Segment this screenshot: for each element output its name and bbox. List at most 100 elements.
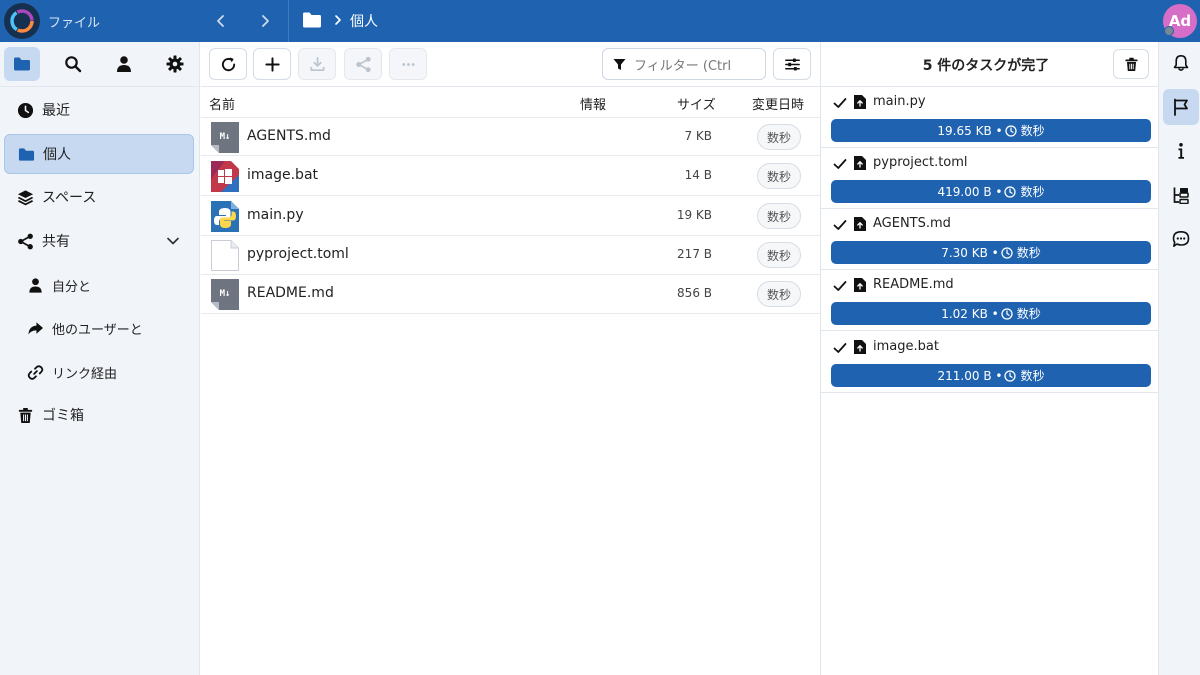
breadcrumb-separator-icon (335, 15, 341, 25)
chevron-left-icon (217, 15, 224, 27)
file-size: 217 B (677, 247, 712, 261)
blank-file-icon (211, 240, 239, 271)
forward-button[interactable] (252, 8, 278, 34)
folder-icon[interactable] (302, 11, 322, 29)
table-row[interactable]: pyproject.toml 217 B 数秒 (201, 236, 820, 275)
modified-badge: 数秒 (757, 242, 801, 268)
table-row[interactable]: M↓ AGENTS.md 7 KB 数秒 (201, 117, 820, 156)
view-options-button[interactable] (773, 48, 811, 80)
file-name: main.py (247, 207, 304, 223)
table-row[interactable]: main.py 19 KB 数秒 (201, 197, 820, 236)
task-item[interactable]: AGENTS.md 7.30 KB • 数秒 (821, 209, 1159, 270)
breadcrumb-current[interactable]: 個人 (350, 11, 378, 31)
task-file-name: image.bat (873, 339, 939, 354)
status-indicator (1164, 26, 1174, 36)
modified-badge: 数秒 (757, 281, 801, 307)
sliders-icon (784, 57, 800, 71)
top-bar: ファイル 個人 Ad (0, 0, 1200, 42)
tasks-title: 5 件のタスクが完了 (922, 58, 1050, 74)
user-icon (26, 276, 44, 294)
search-icon (65, 56, 82, 73)
filter-input[interactable]: フィルター (Ctrl (602, 48, 766, 80)
task-size: 7.30 KB • (941, 245, 999, 260)
file-upload-icon (854, 340, 866, 354)
column-header-modified[interactable]: 変更日時 (752, 94, 804, 113)
share-button[interactable] (344, 48, 382, 80)
task-time: 数秒 (1016, 307, 1041, 321)
user-icon (117, 56, 131, 72)
more-actions-button[interactable] (389, 48, 427, 80)
task-item[interactable]: main.py 19.65 KB • 数秒 (821, 87, 1159, 148)
check-icon (833, 159, 847, 169)
table-row[interactable]: image.bat 14 B 数秒 (201, 157, 820, 196)
files-view-button[interactable] (4, 47, 40, 81)
clear-tasks-button[interactable] (1113, 49, 1149, 79)
refresh-button[interactable] (209, 48, 247, 80)
filter-placeholder: フィルター (Ctrl (634, 58, 732, 74)
clock-icon (1001, 307, 1013, 320)
file-size: 856 B (677, 286, 712, 300)
sidebar-item-spaces[interactable]: スペース (4, 177, 194, 217)
python-file-icon (211, 201, 239, 232)
sidebar-item-personal[interactable]: 個人 (4, 134, 194, 174)
column-header-info[interactable]: 情報 (580, 94, 606, 113)
toolbar-divider (201, 86, 820, 87)
sidebar-item-shared-with-others[interactable]: 他のユーザーと (4, 308, 194, 348)
details-button[interactable] (1163, 133, 1199, 169)
notifications-button[interactable] (1163, 45, 1199, 81)
sidebar-item-label: 他のユーザーと (52, 322, 143, 338)
sidebar-item-label: 自分と (52, 279, 92, 295)
plus-icon (264, 56, 280, 72)
download-button[interactable] (298, 48, 336, 80)
file-list-panel: フィルター (Ctrl 名前 情報 サイズ 変更日時 M↓ AGENTS.md … (201, 42, 820, 675)
clock-icon (16, 101, 34, 119)
column-header-name[interactable]: 名前 (209, 94, 235, 113)
forward-icon (26, 319, 44, 337)
activity-button[interactable] (1163, 89, 1199, 125)
column-header-size[interactable]: サイズ (677, 94, 716, 113)
check-icon (833, 220, 847, 230)
new-button[interactable] (253, 48, 291, 80)
file-size: 19 KB (676, 208, 712, 222)
file-name: README.md (247, 285, 334, 301)
search-button[interactable] (55, 47, 91, 81)
task-item[interactable]: README.md 1.02 KB • 数秒 (821, 270, 1159, 331)
filter-icon (613, 58, 626, 70)
file-name: AGENTS.md (247, 128, 331, 144)
gear-icon (166, 55, 184, 73)
link-icon (26, 363, 44, 381)
task-progress-bar: 19.65 KB • 数秒 (831, 119, 1151, 142)
settings-button[interactable] (157, 47, 193, 81)
modified-badge: 数秒 (757, 124, 801, 150)
task-progress-bar: 211.00 B • 数秒 (831, 364, 1151, 387)
table-row[interactable]: M↓ README.md 856 B 数秒 (201, 275, 820, 314)
sidebar-item-shared[interactable]: 共有 (4, 221, 194, 261)
file-name: image.bat (247, 167, 319, 183)
flag-icon (1174, 98, 1188, 116)
sidebar-item-recent[interactable]: 最近 (4, 90, 194, 130)
clock-icon (1001, 246, 1013, 259)
tree-view-button[interactable] (1163, 177, 1199, 213)
modified-badge: 数秒 (757, 163, 801, 189)
app-logo[interactable] (4, 3, 40, 39)
check-icon (833, 281, 847, 291)
task-item[interactable]: image.bat 211.00 B • 数秒 (821, 332, 1159, 393)
sidebar-item-trash[interactable]: ゴミ箱 (4, 395, 194, 435)
app-title: ファイル (48, 16, 101, 31)
comments-button[interactable] (1163, 221, 1199, 257)
check-icon (833, 343, 847, 353)
sidebar-item-shared-with-me[interactable]: 自分と (4, 265, 194, 305)
right-rail (1158, 42, 1200, 675)
user-button[interactable] (106, 47, 142, 81)
sidebar-item-via-link[interactable]: リンク経由 (4, 352, 194, 392)
clock-icon (1004, 369, 1017, 382)
task-size: 19.65 KB • (937, 123, 1003, 138)
task-time: 数秒 (1020, 369, 1045, 383)
more-horizontal-icon (401, 62, 415, 66)
back-button[interactable] (208, 8, 234, 34)
tree-icon (1173, 187, 1189, 204)
task-item[interactable]: pyproject.toml 419.00 B • 数秒 (821, 148, 1159, 209)
task-progress-bar: 419.00 B • 数秒 (831, 180, 1151, 203)
file-size: 7 KB (684, 129, 712, 143)
chevron-down-icon[interactable] (166, 234, 180, 248)
